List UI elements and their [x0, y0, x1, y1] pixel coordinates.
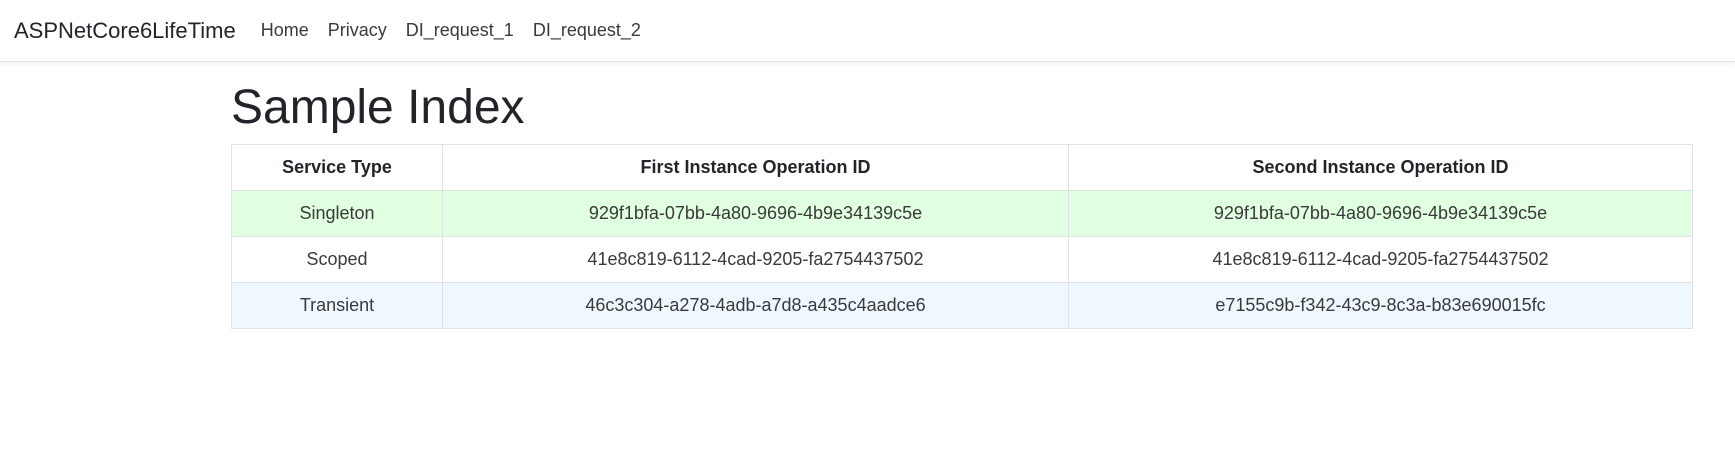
nav-link-home[interactable]: Home	[261, 20, 309, 41]
table-row-transient: Transient 46c3c304-a278-4adb-a7d8-a435c4…	[231, 282, 1693, 329]
nav-link-di-request-2[interactable]: DI_request_2	[533, 20, 641, 41]
cell-service-type: Singleton	[231, 190, 443, 237]
main-content: Sample Index Service Type First Instance…	[231, 78, 1693, 329]
nav-link-di-request-1[interactable]: DI_request_1	[406, 20, 514, 41]
cell-second-id: 929f1bfa-07bb-4a80-9696-4b9e34139c5e	[1068, 190, 1693, 237]
table-row-singleton: Singleton 929f1bfa-07bb-4a80-9696-4b9e34…	[231, 190, 1693, 237]
page-title: Sample Index	[231, 81, 525, 134]
cell-first-id: 41e8c819-6112-4cad-9205-fa2754437502	[442, 236, 1069, 283]
cell-first-id: 46c3c304-a278-4adb-a7d8-a435c4aadce6	[442, 282, 1069, 329]
table-header-row: Service Type First Instance Operation ID…	[231, 144, 1693, 191]
operation-id-table: Service Type First Instance Operation ID…	[231, 144, 1693, 329]
table-row-scoped: Scoped 41e8c819-6112-4cad-9205-fa2754437…	[231, 236, 1693, 283]
header-first-instance-id: First Instance Operation ID	[442, 144, 1069, 191]
header-service-type: Service Type	[231, 144, 443, 191]
navbar: ASPNetCore6LifeTime Home Privacy DI_requ…	[0, 0, 1735, 62]
nav-link-privacy[interactable]: Privacy	[328, 20, 387, 41]
cell-first-id: 929f1bfa-07bb-4a80-9696-4b9e34139c5e	[442, 190, 1069, 237]
cell-service-type: Scoped	[231, 236, 443, 283]
nav-links: Home Privacy DI_request_1 DI_request_2	[261, 20, 641, 41]
cell-second-id: 41e8c819-6112-4cad-9205-fa2754437502	[1068, 236, 1693, 283]
cell-service-type: Transient	[231, 282, 443, 329]
header-second-instance-id: Second Instance Operation ID	[1068, 144, 1693, 191]
cell-second-id: e7155c9b-f342-43c9-8c3a-b83e690015fc	[1068, 282, 1693, 329]
navbar-brand[interactable]: ASPNetCore6LifeTime	[14, 18, 236, 44]
